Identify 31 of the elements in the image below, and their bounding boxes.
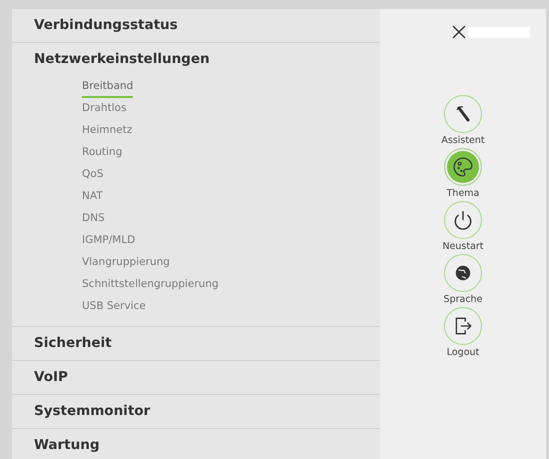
menu-section[interactable]: Systemmonitor	[12, 395, 380, 428]
palette-icon	[452, 156, 474, 178]
power-icon	[452, 209, 474, 231]
submenu-item[interactable]: IGMP/MLD	[82, 230, 136, 252]
submenu-item[interactable]: Routing	[82, 142, 122, 164]
menu-section[interactable]: Netzwerkeinstellungen	[12, 43, 380, 76]
menu-section[interactable]: Sicherheit	[12, 327, 380, 360]
submenu-item[interactable]: DNS	[82, 208, 105, 230]
action-label: Sprache	[444, 294, 482, 305]
menu-section[interactable]: Wartung	[12, 429, 380, 459]
menu-section[interactable]: Verbindungsstatus	[12, 9, 380, 42]
submenu-item[interactable]: QoS	[82, 164, 104, 186]
submenu-item[interactable]: Vlangruppierung	[82, 252, 170, 274]
globe-icon	[454, 264, 472, 282]
action-label: Neustart	[442, 241, 484, 252]
action-label: Thema	[446, 188, 480, 199]
submenu-item[interactable]: Breitband	[82, 76, 134, 98]
submenu-item[interactable]: USB Service	[82, 296, 146, 318]
action-label: Assistent	[441, 135, 485, 146]
close-icon[interactable]	[452, 25, 466, 39]
menu-section[interactable]: VoIP	[12, 361, 380, 394]
submenu-item[interactable]: Heimnetz	[82, 120, 132, 142]
action-label: Logout	[446, 347, 480, 358]
action-button[interactable]	[444, 148, 482, 186]
submenu-item[interactable]: NAT	[82, 186, 103, 208]
submenu-item[interactable]: Schnittstellengruppierung	[82, 274, 219, 296]
action-button[interactable]	[444, 254, 482, 292]
submenu-item[interactable]: Drahtlos	[82, 98, 126, 120]
action-button[interactable]	[444, 307, 482, 345]
action-button[interactable]	[444, 201, 482, 239]
action-button[interactable]	[444, 95, 482, 133]
